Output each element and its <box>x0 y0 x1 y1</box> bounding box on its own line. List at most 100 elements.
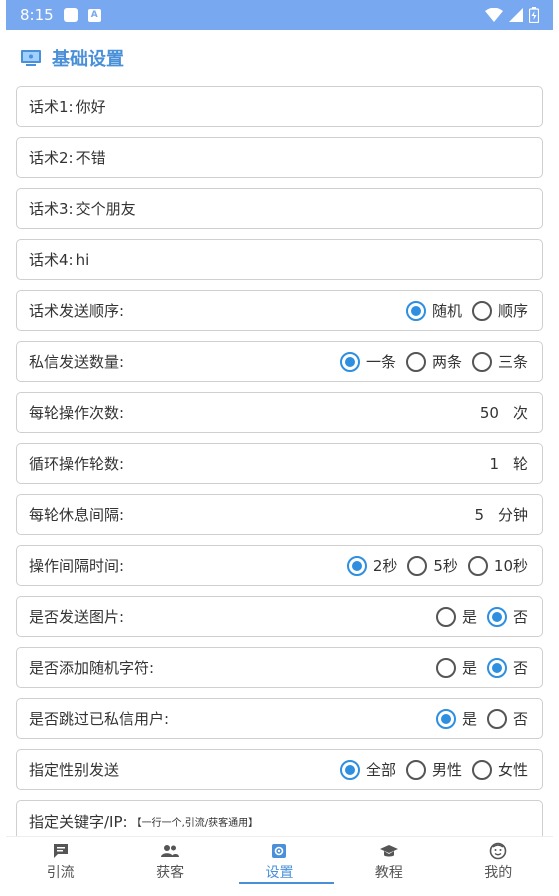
dm-count-option-1[interactable]: 一条 <box>339 351 396 372</box>
op-interval-label: 操作间隔时间: <box>29 557 125 575</box>
skip-dm-users-label: 是否跳过已私信用户: <box>29 710 170 728</box>
face-icon <box>489 842 507 859</box>
radio-checked-icon[interactable] <box>346 555 367 576</box>
script-3-value[interactable]: 交个朋友 <box>76 198 136 219</box>
skip-dm-users-radio-group: 是 否 <box>430 708 528 729</box>
gender-radio-group: 全部 男性 女性 <box>334 759 528 780</box>
script-3-field[interactable]: 话术3: 交个朋友 <box>16 188 543 229</box>
loop-rounds-input[interactable]: 1 <box>479 455 499 473</box>
send-image-row: 是否发送图片: 是 否 <box>16 596 543 637</box>
ops-per-round-label: 每轮操作次数: <box>29 404 125 422</box>
send-order-label: 话术发送顺序: <box>29 302 125 320</box>
script-4-value[interactable]: hi <box>76 251 90 269</box>
script-1-value[interactable]: 你好 <box>76 96 106 117</box>
gender-option-female[interactable]: 女性 <box>471 759 528 780</box>
send-order-radio-group: 随机 顺序 <box>400 300 528 321</box>
tab-traffic[interactable]: 引流 <box>6 837 115 886</box>
radio-unchecked-icon[interactable] <box>405 759 426 780</box>
status-time: 8:15 <box>20 6 54 24</box>
tab-tutorial[interactable]: 教程 <box>334 837 443 886</box>
ops-per-round-row: 每轮操作次数: 50 次 <box>16 392 543 433</box>
radio-unchecked-icon[interactable] <box>407 555 428 576</box>
random-chars-radio-group: 是 否 <box>430 657 528 678</box>
people-icon <box>161 844 180 857</box>
radio-unchecked-icon[interactable] <box>405 351 426 372</box>
send-image-option-no[interactable]: 否 <box>486 606 528 627</box>
script-4-field[interactable]: 话术4: hi <box>16 239 543 280</box>
battery-icon <box>529 7 539 23</box>
send-image-radio-group: 是 否 <box>430 606 528 627</box>
send-order-option-random[interactable]: 随机 <box>405 300 462 321</box>
skip-dm-users-option-yes[interactable]: 是 <box>435 708 477 729</box>
dm-count-row: 私信发送数量: 一条 两条 三条 <box>16 341 543 382</box>
section-title: 基础设置 <box>52 49 124 70</box>
status-bar: 8:15 A <box>6 0 553 30</box>
loop-rounds-label: 循环操作轮数: <box>29 455 125 473</box>
tab-customers[interactable]: 获客 <box>115 837 224 886</box>
gender-label: 指定性别发送 <box>29 761 120 779</box>
dm-count-option-3[interactable]: 三条 <box>471 351 528 372</box>
radio-unchecked-icon[interactable] <box>471 351 492 372</box>
tab-mine[interactable]: 我的 <box>444 837 553 886</box>
dm-count-label: 私信发送数量: <box>29 353 125 371</box>
send-order-row: 话术发送顺序: 随机 顺序 <box>16 290 543 331</box>
app-frame: 8:15 A 基础设置 话术1: 你好 话术2: 不错 话术3: 交个朋友 话术… <box>0 0 559 896</box>
random-chars-row: 是否添加随机字符: 是 否 <box>16 647 543 688</box>
radio-checked-icon[interactable] <box>339 759 360 780</box>
send-order-option-sequential[interactable]: 顺序 <box>471 300 528 321</box>
script-2-value[interactable]: 不错 <box>76 147 106 168</box>
send-image-label: 是否发送图片: <box>29 608 125 626</box>
radio-unchecked-icon[interactable] <box>435 606 456 627</box>
bottom-tab-bar: 引流 获客 设置 教程 我的 <box>6 836 553 886</box>
op-interval-option-2s[interactable]: 2秒 <box>346 555 397 576</box>
keyword-hint: 【一行一个,引流/获客通用】 <box>131 818 259 829</box>
chat-icon <box>53 843 68 858</box>
gender-option-male[interactable]: 男性 <box>405 759 462 780</box>
script-2-field[interactable]: 话术2: 不错 <box>16 137 543 178</box>
rest-interval-unit: 分钟 <box>497 506 528 524</box>
ops-per-round-input[interactable]: 50 <box>479 404 499 422</box>
notification-a-icon: A <box>87 8 101 22</box>
radio-checked-icon[interactable] <box>486 657 507 678</box>
monitor-icon <box>21 50 41 66</box>
radio-checked-icon[interactable] <box>405 300 426 321</box>
settings-icon <box>272 843 287 858</box>
radio-unchecked-icon[interactable] <box>471 300 492 321</box>
loop-rounds-row: 循环操作轮数: 1 轮 <box>16 443 543 484</box>
radio-checked-icon[interactable] <box>486 606 507 627</box>
loop-rounds-unit: 轮 <box>512 455 528 473</box>
settings-content[interactable]: 基础设置 话术1: 你好 话术2: 不错 话术3: 交个朋友 话术4: hi 话… <box>6 30 553 836</box>
script-2-label: 话术2: <box>29 149 74 167</box>
keyword-row[interactable]: 指定关键字/IP: 【一行一个,引流/获客通用】 <box>16 800 543 836</box>
script-3-label: 话术3: <box>29 200 74 218</box>
op-interval-radio-group: 2秒 5秒 10秒 <box>341 555 528 576</box>
radio-checked-icon[interactable] <box>435 708 456 729</box>
rest-interval-input[interactable]: 5 <box>464 506 484 524</box>
op-interval-row: 操作间隔时间: 2秒 5秒 10秒 <box>16 545 543 586</box>
script-4-label: 话术4: <box>29 251 74 269</box>
radio-checked-icon[interactable] <box>339 351 360 372</box>
op-interval-option-5s[interactable]: 5秒 <box>407 555 458 576</box>
wifi-icon <box>485 8 503 22</box>
rest-interval-label: 每轮休息间隔: <box>29 506 125 524</box>
radio-unchecked-icon[interactable] <box>486 708 507 729</box>
send-image-option-yes[interactable]: 是 <box>435 606 477 627</box>
random-chars-option-yes[interactable]: 是 <box>435 657 477 678</box>
skip-dm-users-row: 是否跳过已私信用户: 是 否 <box>16 698 543 739</box>
op-interval-option-10s[interactable]: 10秒 <box>467 555 528 576</box>
dm-count-radio-group: 一条 两条 三条 <box>334 351 528 372</box>
skip-dm-users-option-no[interactable]: 否 <box>486 708 528 729</box>
signal-icon <box>509 8 523 22</box>
notification-square-icon <box>63 8 78 22</box>
section-header: 基础设置 <box>16 30 543 86</box>
dm-count-option-2[interactable]: 两条 <box>405 351 462 372</box>
radio-unchecked-icon[interactable] <box>435 657 456 678</box>
radio-unchecked-icon[interactable] <box>471 759 492 780</box>
random-chars-option-no[interactable]: 否 <box>486 657 528 678</box>
radio-unchecked-icon[interactable] <box>467 555 488 576</box>
rest-interval-row: 每轮休息间隔: 5 分钟 <box>16 494 543 535</box>
script-1-label: 话术1: <box>29 98 74 116</box>
script-1-field[interactable]: 话术1: 你好 <box>16 86 543 127</box>
tab-settings[interactable]: 设置 <box>225 837 335 886</box>
gender-option-all[interactable]: 全部 <box>339 759 396 780</box>
